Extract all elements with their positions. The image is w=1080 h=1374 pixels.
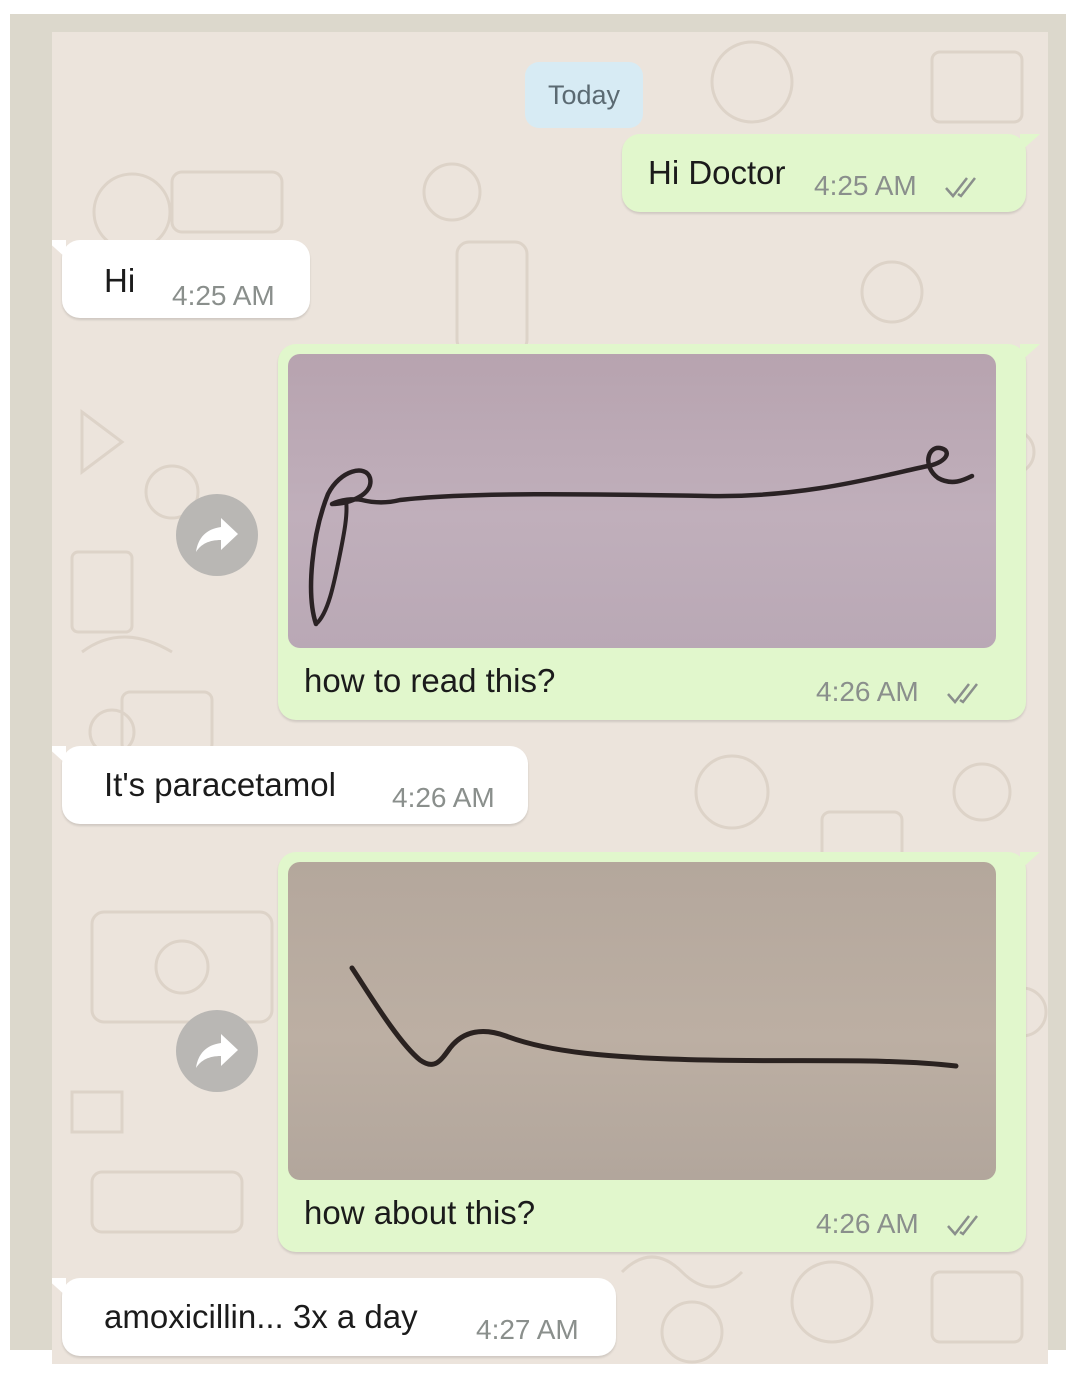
message-text: It's paracetamol: [104, 766, 336, 803]
message-text: Hi Doctor: [648, 154, 786, 191]
screenshot-frame: Today Hi Doctor 4:25 AM Hi 4:25 AM how t…: [10, 14, 1066, 1364]
message-time: 4:26 AM: [392, 782, 495, 813]
message-time: 4:27 AM: [476, 1314, 579, 1345]
bubble-tail: [1020, 852, 1040, 870]
date-divider: Today: [525, 62, 643, 128]
message-text: Hi: [104, 262, 136, 299]
image-caption: how about this?: [304, 1194, 536, 1231]
handwritten-signature-image: [308, 445, 975, 627]
message-bubble-outgoing[interactable]: Hi Doctor 4:25 AM: [622, 134, 1026, 212]
message-bubble-outgoing-image[interactable]: how about this? 4:26 AM: [278, 852, 1026, 1252]
message-bubble-outgoing-image[interactable]: how to read this? 4:26 AM: [278, 344, 1026, 720]
double-check-icon: [945, 177, 976, 198]
message-image[interactable]: [288, 354, 996, 648]
double-check-icon: [947, 1215, 978, 1236]
bubble-tail: [52, 240, 66, 258]
forward-share-icon: [196, 1034, 238, 1068]
forward-share-icon: [196, 518, 238, 552]
bubble-tail: [1020, 134, 1040, 152]
message-image[interactable]: [288, 862, 996, 1180]
message-bubble-incoming[interactable]: It's paracetamol 4:26 AM: [62, 746, 528, 824]
forward-button[interactable]: [176, 494, 258, 576]
message-bubble-incoming[interactable]: Hi 4:25 AM: [62, 240, 310, 318]
message-time: 4:25 AM: [814, 170, 917, 201]
message-time: 4:25 AM: [172, 280, 275, 311]
bubble-tail: [52, 1278, 66, 1296]
message-time: 4:26 AM: [816, 1208, 919, 1239]
message-bubble-incoming[interactable]: amoxicillin... 3x a day 4:27 AM: [62, 1278, 616, 1356]
image-caption: how to read this?: [304, 662, 556, 699]
chat-area[interactable]: Today Hi Doctor 4:25 AM Hi 4:25 AM how t…: [52, 32, 1048, 1364]
message-time: 4:26 AM: [816, 676, 919, 707]
bubble-tail: [52, 746, 66, 764]
forward-button[interactable]: [176, 1010, 258, 1092]
bubble-tail: [1020, 344, 1040, 362]
handwritten-squiggle-image: [349, 965, 959, 1069]
double-check-icon: [947, 683, 978, 704]
message-text: amoxicillin... 3x a day: [104, 1298, 418, 1335]
